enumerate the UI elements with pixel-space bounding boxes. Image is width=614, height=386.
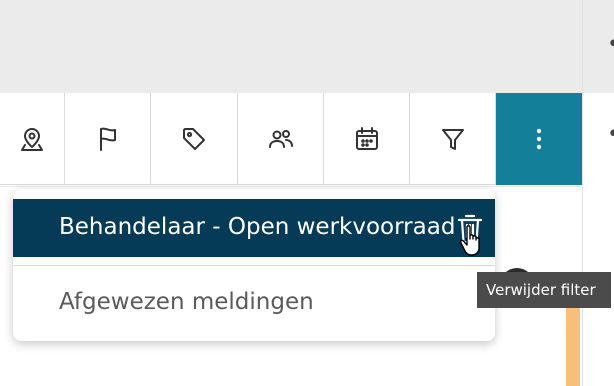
tag-icon bbox=[183, 128, 205, 150]
row-divider bbox=[0, 186, 582, 187]
tooltip: Verwijder filter bbox=[477, 272, 611, 308]
flag-icon bbox=[99, 127, 116, 151]
filter-item-label: Behandelaar - Open werkvoorraad bbox=[59, 214, 456, 240]
hand-cursor-icon bbox=[460, 225, 480, 256]
calendar-button[interactable] bbox=[324, 93, 410, 185]
filter-item-open-werkvoorraad[interactable]: Behandelaar - Open werkvoorraad bbox=[13, 199, 495, 257]
filter-button[interactable] bbox=[410, 93, 496, 185]
filter-item-label: Afgewezen meldingen bbox=[59, 289, 314, 315]
header-bar bbox=[0, 0, 582, 93]
users-icon bbox=[268, 130, 293, 148]
tag-button[interactable] bbox=[151, 93, 238, 185]
saved-filters-menu: Behandelaar - Open werkvoorraad Afgeweze… bbox=[13, 189, 495, 341]
users-button[interactable] bbox=[238, 93, 324, 185]
more-options-button[interactable] bbox=[496, 93, 582, 185]
funnel-icon bbox=[441, 129, 464, 150]
right-panel-bullet: • bbox=[607, 34, 614, 56]
more-vertical-icon bbox=[536, 128, 542, 150]
menu-divider bbox=[13, 265, 495, 266]
flag-button[interactable] bbox=[65, 93, 151, 185]
right-panel-icon: • bbox=[607, 124, 614, 146]
filter-item-afgewezen-meldingen[interactable]: Afgewezen meldingen bbox=[13, 279, 495, 329]
calendar-icon bbox=[355, 127, 378, 150]
map-pin-icon bbox=[21, 128, 43, 151]
location-button[interactable] bbox=[0, 93, 65, 185]
app-root: • • bbox=[0, 0, 614, 386]
filter-toolbar bbox=[0, 93, 582, 185]
right-panel: • • bbox=[582, 0, 614, 386]
